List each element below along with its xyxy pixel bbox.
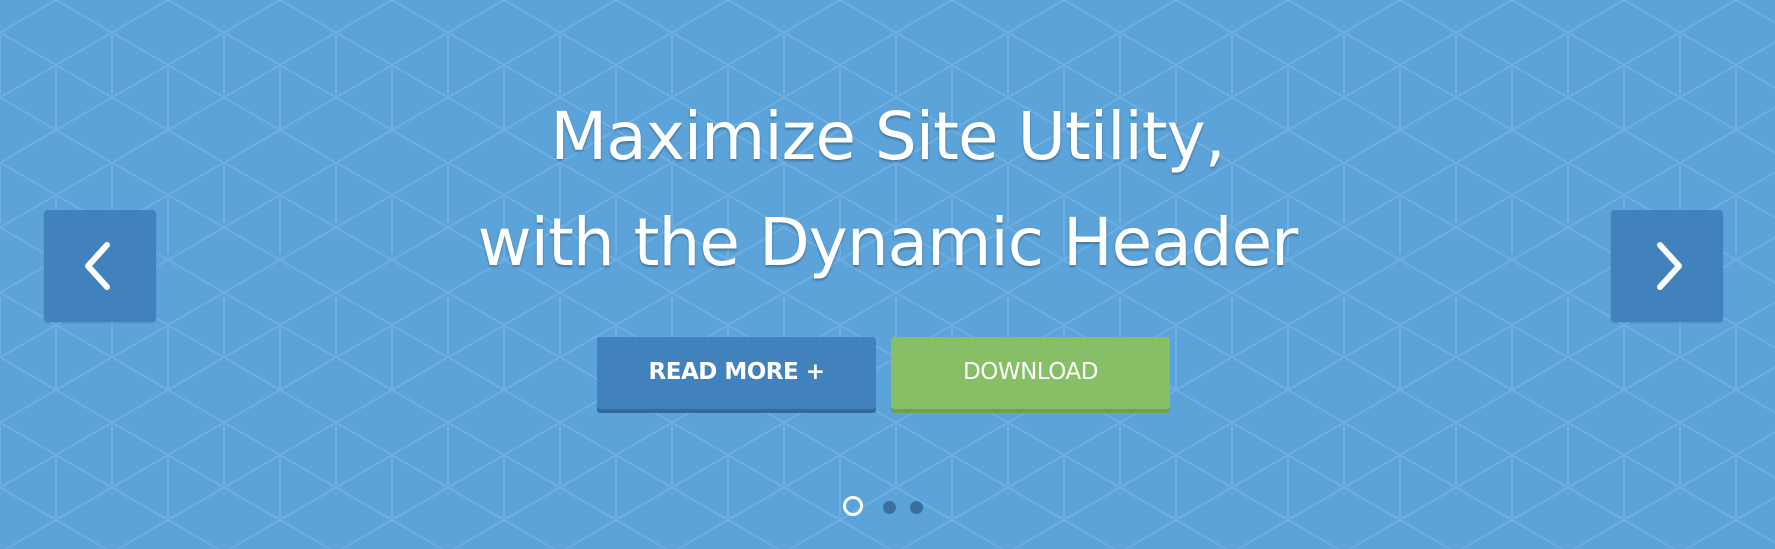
read-more-button[interactable]: READ MORE + bbox=[597, 337, 876, 409]
hero-slider: Maximize Site Utility, with the Dynamic … bbox=[0, 0, 1775, 549]
headline-line-2: with the Dynamic Header bbox=[477, 204, 1299, 281]
slide-dot-1-active[interactable] bbox=[843, 496, 863, 516]
slide-dot-2[interactable] bbox=[883, 501, 896, 514]
previous-slide-button[interactable] bbox=[44, 210, 156, 322]
hero-headline: Maximize Site Utility, with the Dynamic … bbox=[0, 84, 1775, 296]
slide-dot-3[interactable] bbox=[910, 501, 923, 514]
next-slide-button[interactable] bbox=[1611, 210, 1723, 322]
chevron-right-icon bbox=[1657, 242, 1682, 290]
download-button[interactable]: DOWNLOAD bbox=[891, 337, 1170, 409]
slide-pagination bbox=[843, 496, 943, 522]
headline-line-1: Maximize Site Utility, bbox=[550, 98, 1225, 175]
chevron-left-icon bbox=[85, 242, 110, 290]
